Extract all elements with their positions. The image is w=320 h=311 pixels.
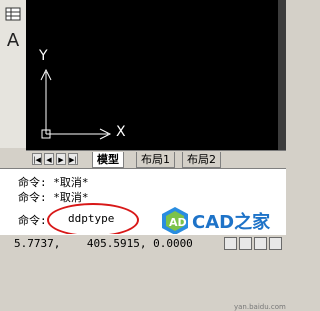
- y-axis-label: Y: [39, 48, 48, 64]
- watermark-text: CAD之家: [192, 212, 271, 233]
- watermark-url: yan.baidu.com: [234, 303, 286, 311]
- command-history-line: 命令: *取消*: [18, 191, 89, 204]
- ucs-axis-icon: [40, 68, 112, 140]
- nav-next-button[interactable]: ▶: [56, 153, 66, 165]
- x-axis-label: X: [116, 124, 126, 140]
- nav-prev-button[interactable]: ◀: [44, 153, 54, 165]
- left-toolbar: A: [0, 0, 27, 148]
- drawing-canvas[interactable]: Y X: [26, 0, 286, 150]
- nav-last-button[interactable]: ▶|: [68, 153, 78, 165]
- text-tool-button[interactable]: A: [3, 29, 23, 51]
- cad-logo-icon: AD: [162, 207, 188, 235]
- snap-toggle-icon[interactable]: [224, 237, 237, 250]
- command-history-line: 命令: *取消*: [18, 176, 89, 189]
- svg-text:AD: AD: [169, 216, 187, 229]
- tab-model[interactable]: 模型: [92, 152, 124, 168]
- grid-toggle-icon[interactable]: [239, 237, 252, 250]
- tab-layout2[interactable]: 布局2: [182, 152, 221, 168]
- status-bar: 5.7737, 405.5915, 0.0000: [0, 234, 286, 253]
- highlight-circle: [47, 203, 139, 237]
- vertical-scrollbar[interactable]: [278, 0, 286, 150]
- command-prompt: 命令:: [18, 214, 47, 227]
- ortho-toggle-icon[interactable]: [254, 237, 267, 250]
- layout-tabs-bar: |◀ ◀ ▶ ▶| 模型 布局1 布局2 yan.baidu.com: [26, 150, 286, 311]
- polar-toggle-icon[interactable]: [269, 237, 282, 250]
- watermark: AD CAD之家: [160, 206, 270, 236]
- coordinate-readout: 5.7737, 405.5915, 0.0000: [14, 237, 193, 250]
- tab-layout1[interactable]: 布局1: [136, 152, 175, 168]
- nav-first-button[interactable]: |◀: [32, 153, 42, 165]
- table-tool-button[interactable]: [3, 4, 23, 24]
- table-icon: [5, 7, 21, 21]
- text-tool-icon: A: [6, 29, 20, 51]
